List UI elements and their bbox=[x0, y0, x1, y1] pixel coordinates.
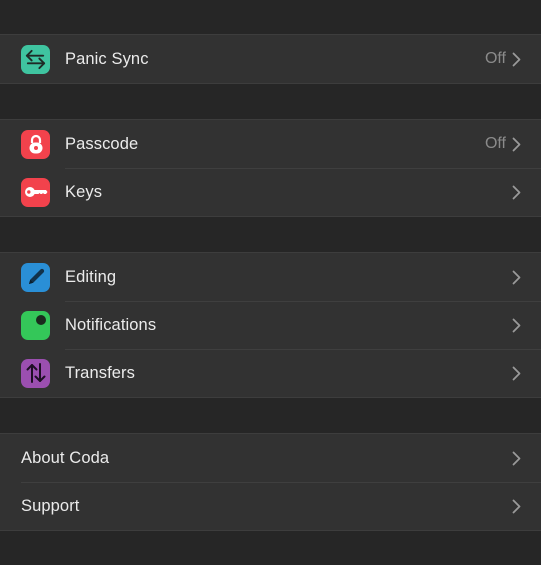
key-icon bbox=[21, 177, 50, 207]
row-label: Panic Sync bbox=[65, 49, 149, 68]
chevron-right-icon bbox=[512, 136, 522, 152]
chevron-right-icon bbox=[512, 365, 522, 381]
row-label: Notifications bbox=[65, 315, 157, 334]
status-value: Off bbox=[484, 135, 506, 152]
row-label: Editing bbox=[65, 267, 117, 286]
notification-badge-icon bbox=[21, 310, 50, 340]
settings-list: Panic Sync Off Passcode Off Keys Editing… bbox=[0, 0, 541, 531]
chevron-right-icon bbox=[512, 269, 522, 285]
row-transfers[interactable]: Transfers bbox=[0, 349, 541, 397]
row-editing[interactable]: Editing bbox=[0, 253, 541, 301]
status-value: Off bbox=[484, 50, 506, 67]
row-label: Transfers bbox=[65, 363, 135, 382]
row-about-coda[interactable]: About Coda bbox=[0, 434, 541, 482]
lock-icon bbox=[21, 129, 50, 159]
row-panic-sync[interactable]: Panic Sync Off bbox=[0, 35, 541, 83]
row-label: Keys bbox=[65, 182, 103, 201]
transfer-arrows-icon bbox=[21, 358, 50, 388]
chevron-right-icon bbox=[512, 498, 522, 514]
section-sync: Panic Sync Off bbox=[0, 34, 541, 84]
sync-arrows-icon bbox=[21, 44, 50, 74]
row-notifications[interactable]: Notifications bbox=[0, 301, 541, 349]
row-support[interactable]: Support bbox=[0, 482, 541, 530]
row-label: About Coda bbox=[21, 448, 110, 467]
pencil-icon bbox=[21, 262, 50, 292]
section-preferences: Editing Notifications Transfers bbox=[0, 252, 541, 398]
section-info: About Coda Support bbox=[0, 433, 541, 531]
chevron-right-icon bbox=[512, 51, 522, 67]
chevron-right-icon bbox=[512, 450, 522, 466]
section-security: Passcode Off Keys bbox=[0, 119, 541, 217]
row-label: Passcode bbox=[65, 134, 139, 153]
row-passcode[interactable]: Passcode Off bbox=[0, 120, 541, 168]
row-keys[interactable]: Keys bbox=[0, 168, 541, 216]
chevron-right-icon bbox=[512, 184, 522, 200]
row-label: Support bbox=[21, 496, 80, 515]
chevron-right-icon bbox=[512, 317, 522, 333]
